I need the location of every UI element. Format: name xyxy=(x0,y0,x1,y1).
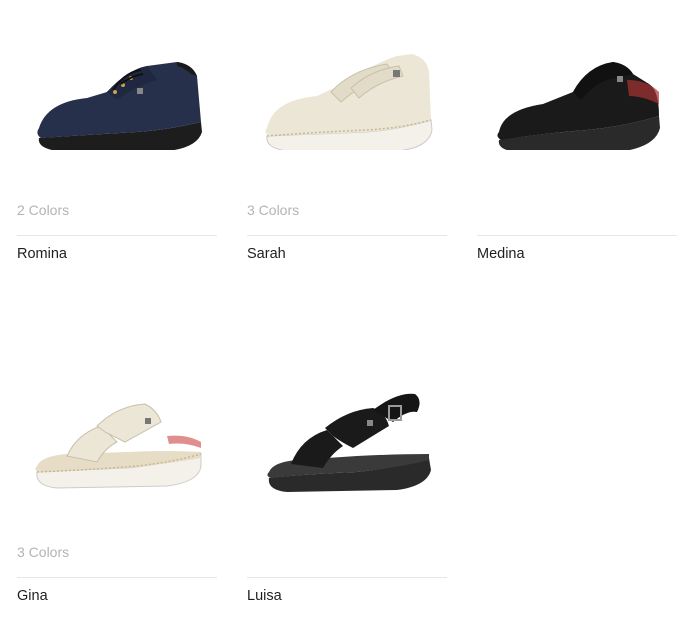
product-card-medina[interactable]: Medina xyxy=(477,20,677,270)
product-image-romina[interactable] xyxy=(17,40,217,170)
product-image-gina[interactable] xyxy=(17,382,217,512)
black-strap-sandal-icon xyxy=(267,393,431,492)
product-name[interactable]: Luisa xyxy=(247,588,282,604)
colors-count-label: 3 Colors xyxy=(247,202,300,218)
colors-count-label: 2 Colors xyxy=(17,202,70,218)
card-divider xyxy=(247,235,447,236)
product-image-luisa[interactable] xyxy=(247,382,447,512)
product-card-sarah[interactable]: 3 Colors Sarah xyxy=(247,20,447,270)
product-image-medina[interactable] xyxy=(477,40,677,170)
cream-velcro-shoe-icon xyxy=(265,54,433,150)
product-card-gina[interactable]: 3 Colors Gina xyxy=(17,362,217,612)
product-name[interactable]: Romina xyxy=(17,246,67,262)
black-clog-icon xyxy=(497,62,660,150)
product-card-romina[interactable]: 2 Colors Romina xyxy=(17,20,217,270)
card-divider xyxy=(17,577,217,578)
navy-lace-up-shoe-icon xyxy=(37,62,202,150)
product-name[interactable]: Sarah xyxy=(247,246,286,262)
cream-velcro-sandal-icon xyxy=(35,403,202,489)
card-divider xyxy=(17,235,217,236)
colors-count-label: 3 Colors xyxy=(17,544,70,560)
product-name[interactable]: Gina xyxy=(17,588,48,604)
card-divider xyxy=(247,577,447,578)
product-name[interactable]: Medina xyxy=(477,246,525,262)
product-image-sarah[interactable] xyxy=(247,40,447,170)
product-card-luisa[interactable]: Luisa xyxy=(247,362,447,612)
card-divider xyxy=(477,235,677,236)
